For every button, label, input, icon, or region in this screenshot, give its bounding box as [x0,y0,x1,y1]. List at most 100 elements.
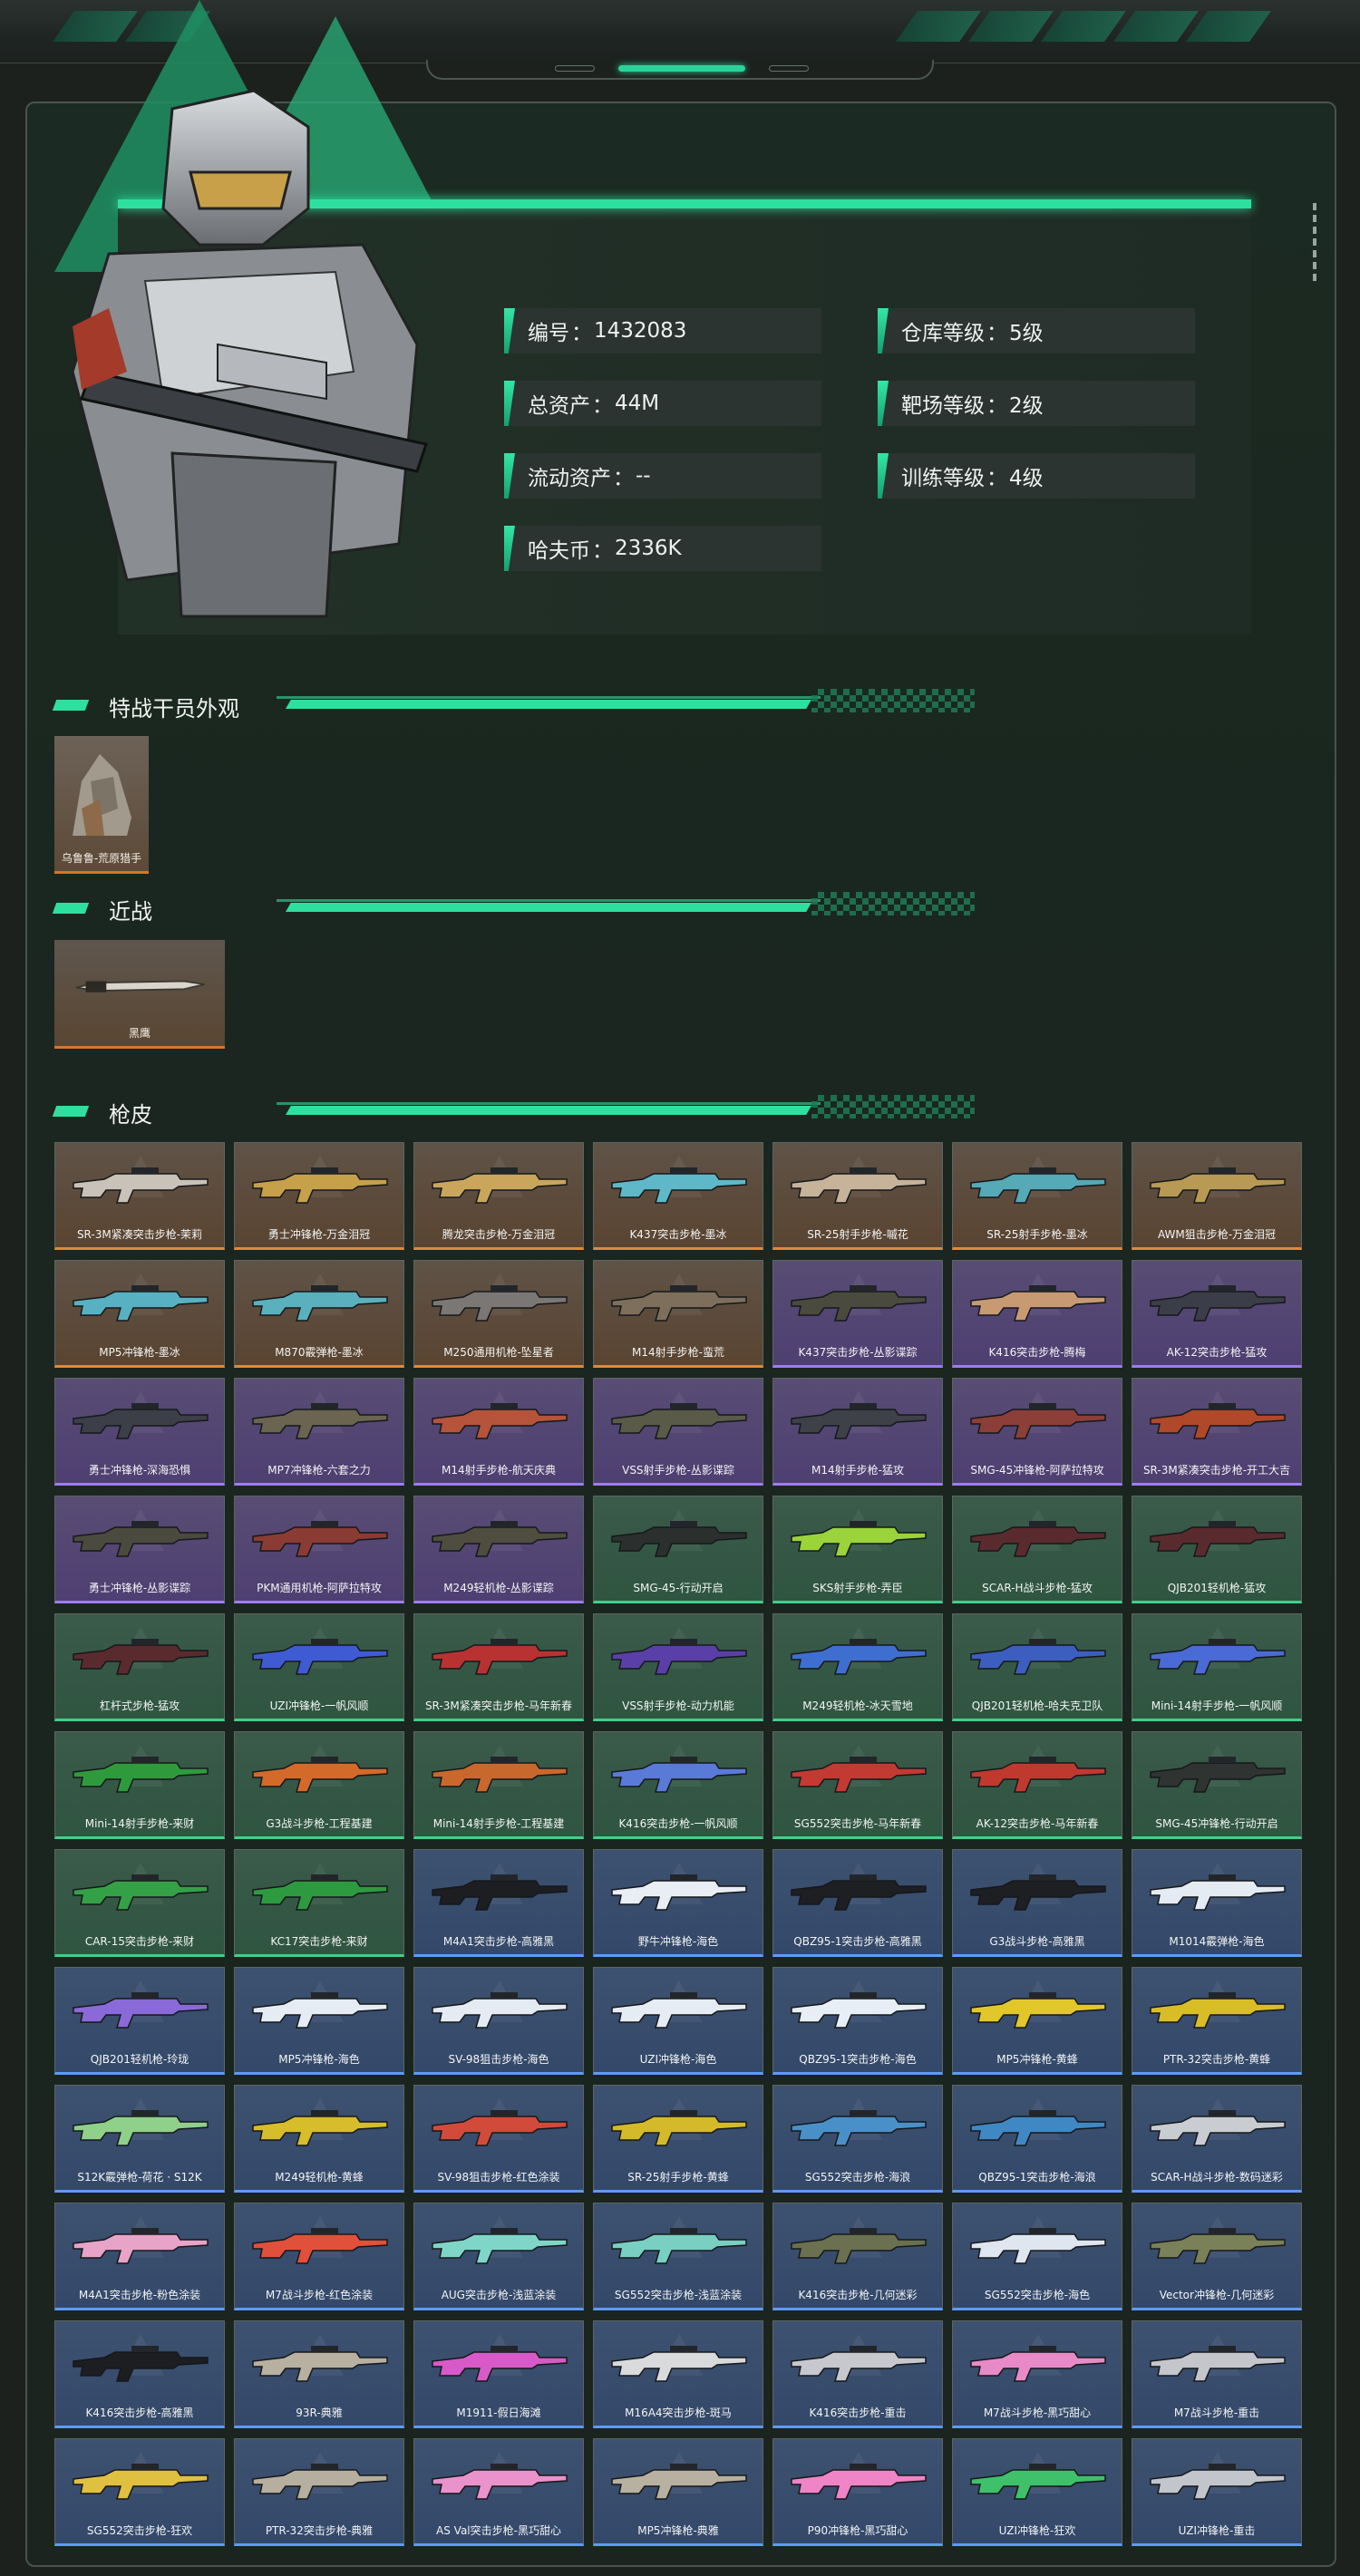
gun-skin-card[interactable]: QBZ95-1突击步枪-海浪 [952,2085,1122,2193]
gun-skin-name: Mini-14射手步枪-来财 [84,1817,195,1830]
gun-skin-card[interactable]: P90冲锋枪-黑巧甜心 [772,2438,943,2546]
gun-skin-card[interactable]: M16A4突击步枪-斑马 [593,2320,763,2428]
gun-skin-card[interactable]: MP7冲锋枪-六套之力 [234,1378,404,1486]
gun-skin-card[interactable]: PKM通用机枪-阿萨拉特攻 [234,1496,404,1603]
gun-skin-card[interactable]: SR-25射手步枪-黄蜂 [593,2085,763,2193]
operator-portrait [71,89,428,618]
gun-skin-card[interactable]: QJB201轻机枪-猛攻 [1132,1496,1302,1603]
gun-skin-card[interactable]: M250通用机枪-坠星者 [413,1260,584,1368]
gun-skin-card[interactable]: 93R-典雅 [234,2320,404,2428]
gun-skin-card[interactable]: K437突击步枪-墨冰 [593,1142,763,1250]
gun-skin-card[interactable]: SR-3M紧凑突击步枪-马年新春 [413,1613,584,1721]
gun-skin-name: M4A1突击步枪-高雅黑 [442,1935,555,1948]
gun-skin-card[interactable]: AUG突击步枪-浅蓝涂装 [413,2203,584,2310]
gun-skin-card[interactable]: UZI冲锋枪-重击 [1132,2438,1302,2546]
rifle-icon [611,2110,747,2146]
gun-skin-card[interactable]: SKS射手步枪-弄臣 [772,1496,943,1603]
gun-skin-card[interactable]: PTR-32突击步枪-黄蜂 [1132,1967,1302,2075]
gun-skin-card[interactable]: SCAR-H战斗步枪-猛攻 [952,1496,1122,1603]
gun-skin-card[interactable]: SMG-45冲锋枪-行动开启 [1132,1731,1302,1839]
gun-skin-card[interactable]: QBZ95-1突击步枪-海色 [772,1967,943,2075]
gun-skin-card[interactable]: M249轻机枪-丛影谍踪 [413,1496,584,1603]
gun-skin-card[interactable]: M4A1突击步枪-粉色涂装 [54,2203,225,2310]
operator-skin-card[interactable]: 乌鲁鲁-荒原猎手 [54,736,149,874]
gun-skin-card[interactable]: G3战斗步枪-工程基建 [234,1731,404,1839]
gun-skin-card[interactable]: QJB201轻机枪-玲珑 [54,1967,225,2075]
gun-skin-card[interactable]: M1911-假日海滩 [413,2320,584,2428]
gun-skin-card[interactable]: VSS射手步枪-动力机能 [593,1613,763,1721]
gun-skin-card[interactable]: S12K霰弹枪-荷花 · S12K [54,2085,225,2193]
gun-skin-card[interactable]: UZI冲锋枪-狂欢 [952,2438,1122,2546]
gun-skin-card[interactable]: SG552突击步枪-海浪 [772,2085,943,2193]
gun-skin-name: AS Val突击步枪-黑巧甜心 [436,2524,561,2537]
gun-skin-card[interactable]: SG552突击步枪-浅蓝涂装 [593,2203,763,2310]
gun-skin-card[interactable]: CAR-15突击步枪-来财 [54,1849,225,1957]
gun-skin-card[interactable]: Mini-14射手步枪-一帆风顺 [1132,1613,1302,1721]
gun-skin-card[interactable]: M249轻机枪-冰天雪地 [772,1613,943,1721]
gun-skin-name: 勇士冲锋枪-丛影谍踪 [88,1582,191,1594]
gun-skin-card[interactable]: M249轻机枪-黄蜂 [234,2085,404,2193]
gun-skin-card[interactable]: SR-3M紧凑突击步枪-开工大吉 [1132,1378,1302,1486]
gun-skin-card[interactable]: SG552突击步枪-狂欢 [54,2438,225,2546]
gun-skin-card[interactable]: SV-98狙击步枪-海色 [413,1967,584,2075]
gun-skin-card[interactable]: SMG-45冲锋枪-阿萨拉特攻 [952,1378,1122,1486]
gun-skin-card[interactable]: UZI冲锋枪-海色 [593,1967,763,2075]
gun-skin-card[interactable]: 腾龙突击步枪-万金泪冠 [413,1142,584,1250]
gun-skin-card[interactable]: K416突击步枪-重击 [772,2320,943,2428]
gun-skin-card[interactable]: SR-25射手步枪-墨冰 [952,1142,1122,1250]
gun-skin-card[interactable]: SG552突击步枪-海色 [952,2203,1122,2310]
rifle-icon [791,1285,927,1322]
gun-skin-card[interactable]: AK-12突击步枪-马年新春 [952,1731,1122,1839]
gun-skin-card[interactable]: Mini-14射手步枪-工程基建 [413,1731,584,1839]
gun-skin-card[interactable]: M14射手步枪-航天庆典 [413,1378,584,1486]
gun-skin-card[interactable]: 勇士冲锋枪-丛影谍踪 [54,1496,225,1603]
melee-card[interactable]: 黑鹰 [54,940,225,1049]
gun-skin-card[interactable]: M7战斗步枪-红色涂装 [234,2203,404,2310]
gun-skin-card[interactable]: MP5冲锋枪-海色 [234,1967,404,2075]
gun-skin-card[interactable]: VSS射手步枪-丛影谍踪 [593,1378,763,1486]
gun-skin-card[interactable]: M14射手步枪-猛攻 [772,1378,943,1486]
gun-skin-card[interactable]: M4A1突击步枪-高雅黑 [413,1849,584,1957]
gun-skin-card[interactable]: M7战斗步枪-重击 [1132,2320,1302,2428]
gun-skin-name: SKS射手步枪-弄臣 [812,1582,903,1594]
gun-skin-card[interactable]: MP5冲锋枪-黄蜂 [952,1967,1122,2075]
gun-skin-card[interactable]: M14射手步枪-蛮荒 [593,1260,763,1368]
gun-skin-card[interactable]: QBZ95-1突击步枪-高雅黑 [772,1849,943,1957]
gun-skin-card[interactable]: MP5冲锋枪-典雅 [593,2438,763,2546]
gun-skin-card[interactable]: K416突击步枪-高雅黑 [54,2320,225,2428]
gun-skin-card[interactable]: 勇士冲锋枪-万金泪冠 [234,1142,404,1250]
gun-skin-card[interactable]: QJB201轻机枪-哈夫克卫队 [952,1613,1122,1721]
gun-skin-name: PKM通用机枪-阿萨拉特攻 [257,1582,382,1594]
rifle-icon [432,1403,568,1439]
gun-skin-card[interactable]: AK-12突击步枪-猛攻 [1132,1260,1302,1368]
gun-skin-card[interactable]: SR-25射手步枪-嘁花 [772,1142,943,1250]
gun-skin-card[interactable]: G3战斗步枪-高雅黑 [952,1849,1122,1957]
gun-skin-card[interactable]: M1014霰弹枪-海色 [1132,1849,1302,1957]
gun-skin-card[interactable]: SCAR-H战斗步枪-数码迷彩 [1132,2085,1302,2193]
gun-skin-card[interactable]: 杠杆式步枪-猛攻 [54,1613,225,1721]
gun-skin-card[interactable]: AS Val突击步枪-黑巧甜心 [413,2438,584,2546]
gun-skin-card[interactable]: MP5冲锋枪-墨冰 [54,1260,225,1368]
gun-skin-card[interactable]: K416突击步枪-一帆风顺 [593,1731,763,1839]
gun-skin-card[interactable]: M7战斗步枪-黑巧甜心 [952,2320,1122,2428]
gun-skin-card[interactable]: Mini-14射手步枪-来财 [54,1731,225,1839]
gun-skin-name: SR-3M紧凑突击步枪-开工大吉 [1142,1464,1291,1477]
gun-skin-name: SG552突击步枪-海色 [984,2289,1091,2301]
gun-skin-card[interactable]: 勇士冲锋枪-深海恐惧 [54,1378,225,1486]
gun-skin-card[interactable]: M870霰弹枪-墨冰 [234,1260,404,1368]
rifle-icon [791,1757,927,1793]
gun-skin-card[interactable]: SMG-45-行动开启 [593,1496,763,1603]
gun-skin-name: UZI冲锋枪-一帆风顺 [269,1700,369,1712]
gun-skin-card[interactable]: UZI冲锋枪-一帆风顺 [234,1613,404,1721]
gun-skin-card[interactable]: AWM狙击步枪-万金泪冠 [1132,1142,1302,1250]
gun-skin-card[interactable]: 野牛冲锋枪-海色 [593,1849,763,1957]
gun-skin-card[interactable]: SV-98狙击步枪-红色涂装 [413,2085,584,2193]
gun-skin-card[interactable]: SR-3M紧凑突击步枪-茉莉 [54,1142,225,1250]
gun-skin-card[interactable]: K437突击步枪-丛影谍踪 [772,1260,943,1368]
gun-skin-card[interactable]: PTR-32突击步枪-典雅 [234,2438,404,2546]
gun-skin-card[interactable]: SG552突击步枪-马年新春 [772,1731,943,1839]
gun-skin-card[interactable]: K416突击步枪-几何迷彩 [772,2203,943,2310]
gun-skin-card[interactable]: KC17突击步枪-来财 [234,1849,404,1957]
gun-skin-card[interactable]: Vector冲锋枪-几何迷彩 [1132,2203,1302,2310]
gun-skin-card[interactable]: K416突击步枪-腾梅 [952,1260,1122,1368]
